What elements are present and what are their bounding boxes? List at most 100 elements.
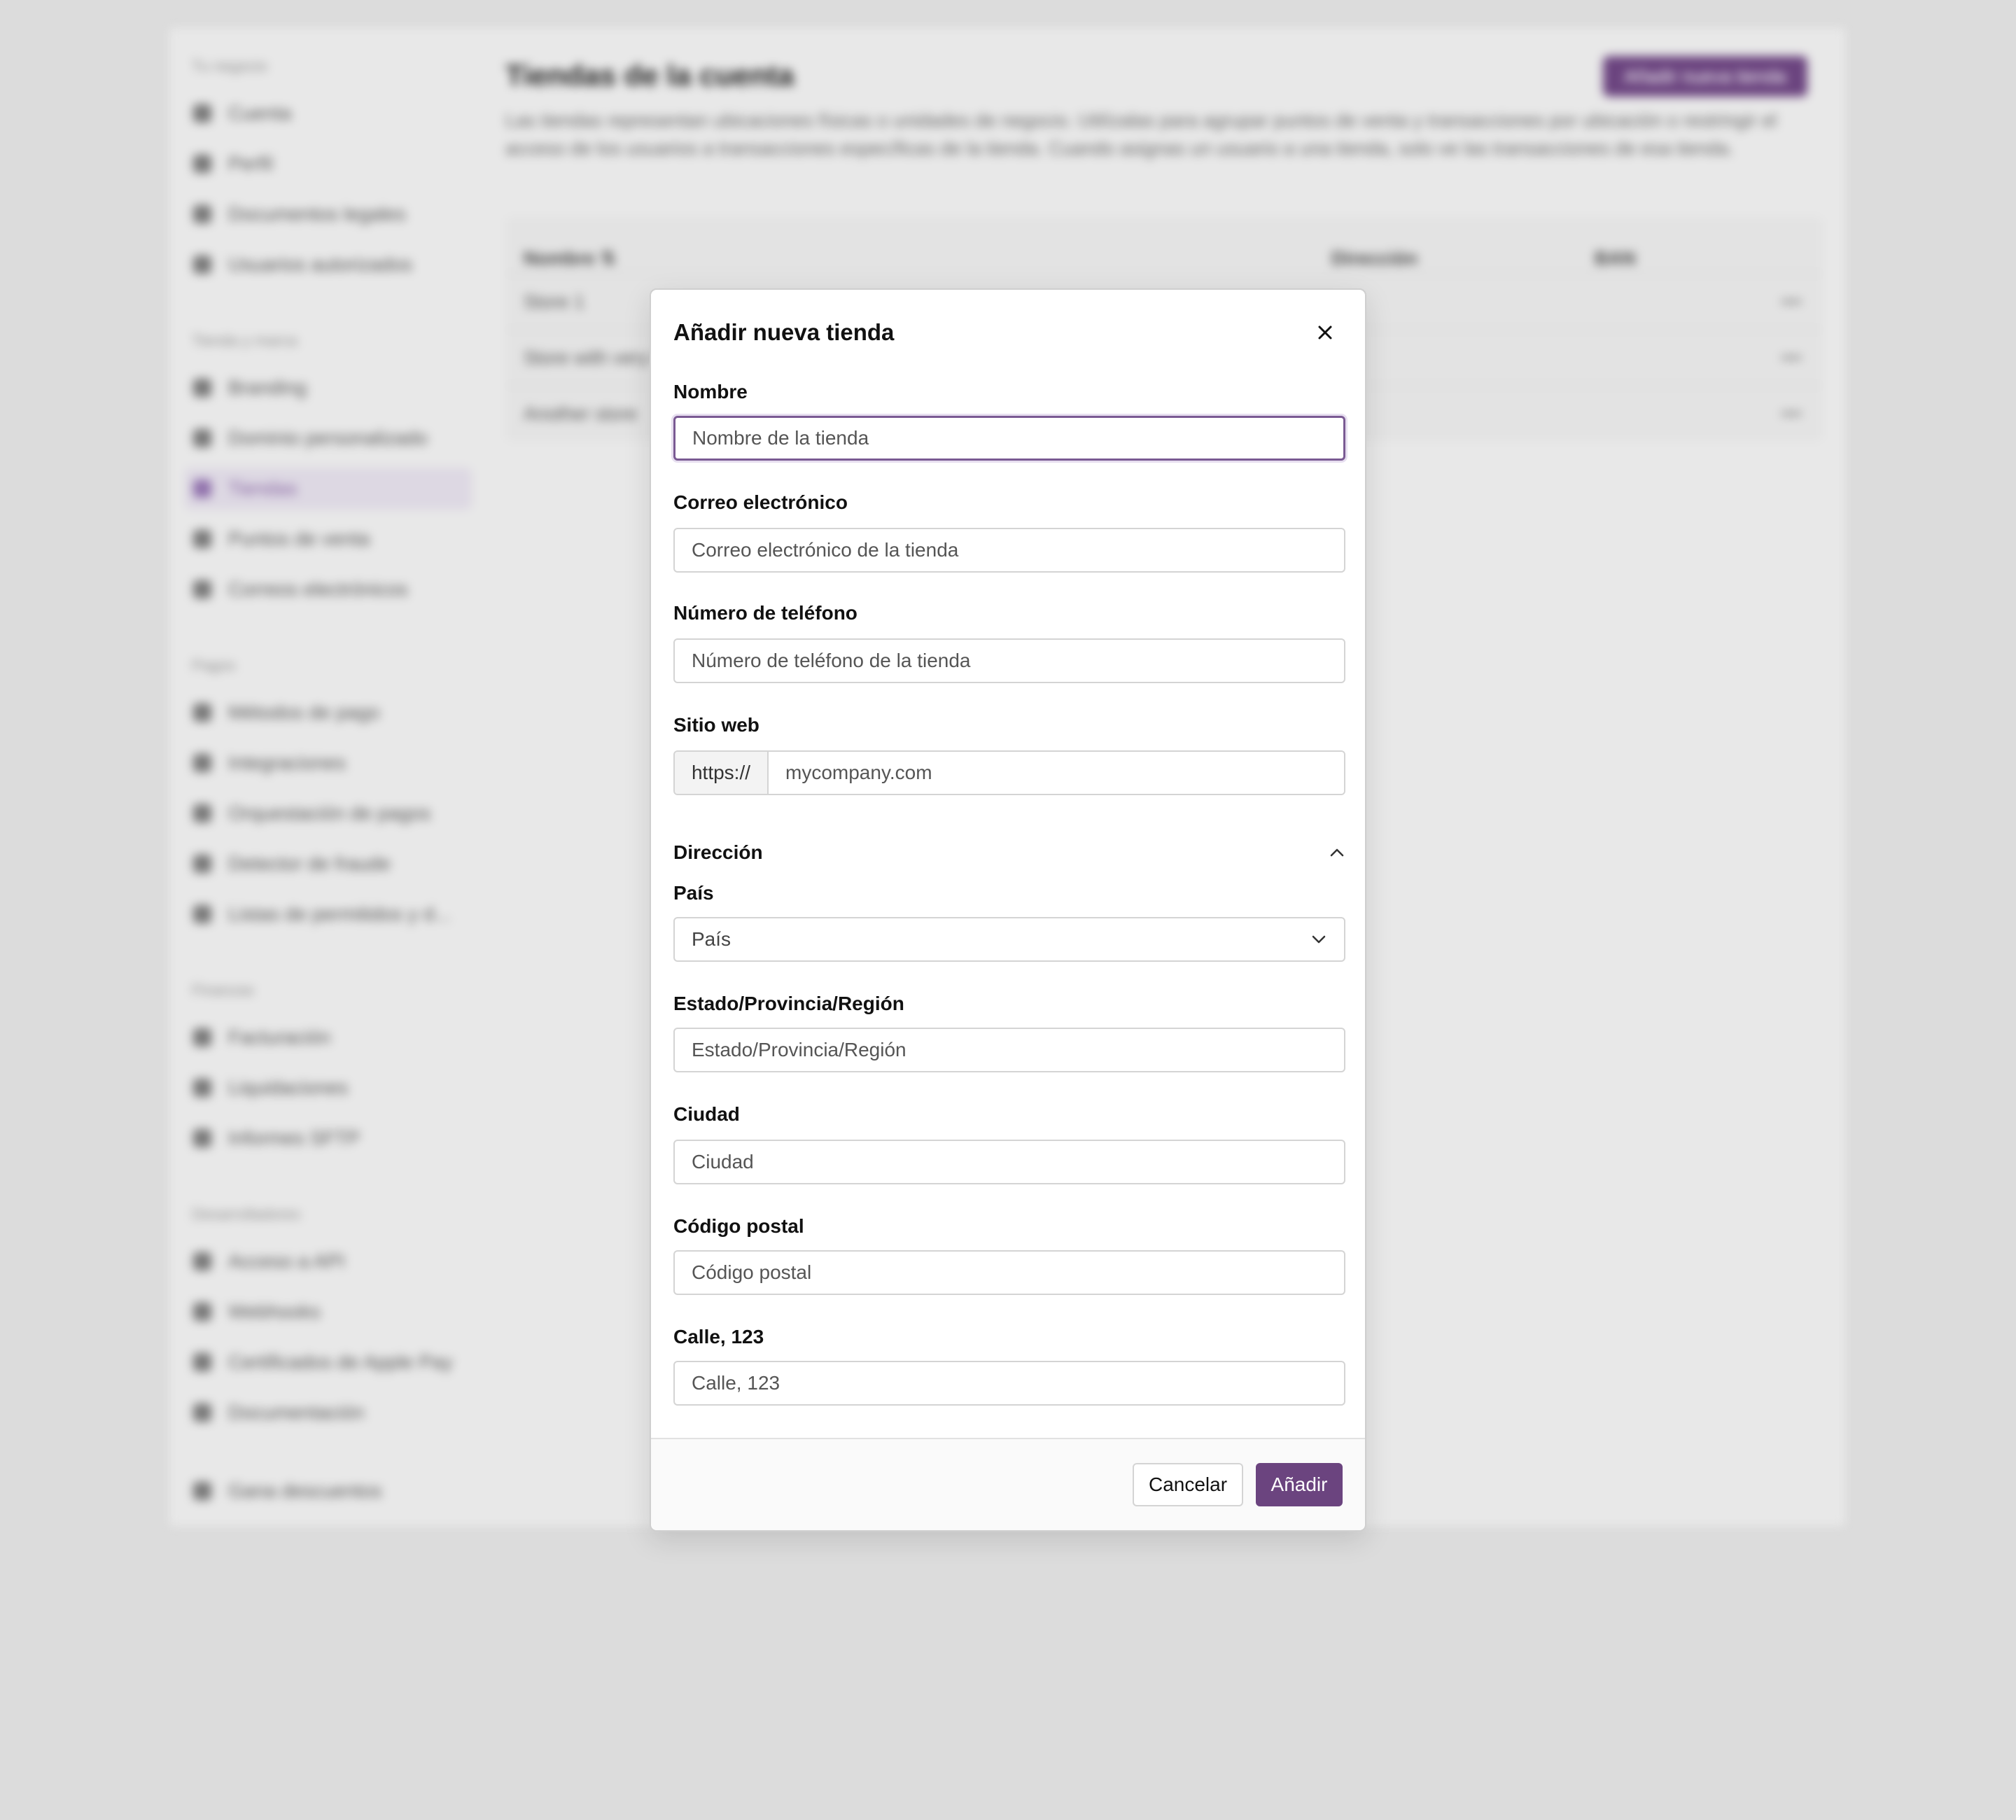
- webhook-icon: [193, 1303, 211, 1321]
- address-section-toggle[interactable]: Dirección: [673, 837, 1345, 868]
- sidebar-item-payment-methods[interactable]: Métodos de pago: [185, 692, 472, 734]
- sidebar-item-legal-docs[interactable]: Documentos legales: [185, 193, 472, 235]
- dialog-title: Añadir nueva tienda: [673, 319, 895, 345]
- key-icon: [193, 1252, 211, 1270]
- sidebar-item-label: Orquestación de pagos: [228, 802, 431, 824]
- name-label: Nombre: [673, 381, 748, 402]
- code-icon: [193, 1404, 211, 1422]
- sidebar-item-label: Listas de permitidos y d...: [228, 903, 451, 925]
- sidebar-item-profile[interactable]: Perfil: [185, 143, 472, 185]
- sidebar-item-label: Cuenta: [228, 102, 292, 124]
- sidebar-item-label: Perfil: [228, 153, 273, 174]
- sidebar-item-allow-lists[interactable]: Listas de permitidos y d...: [185, 893, 472, 935]
- more-icon[interactable]: [1781, 412, 1802, 416]
- website-label: Sitio web: [673, 714, 760, 736]
- certificate-icon: [193, 1353, 211, 1371]
- country-select[interactable]: País: [673, 917, 1345, 962]
- sidebar-item-branding[interactable]: Branding: [185, 367, 472, 409]
- sidebar-item-emails[interactable]: Correos electrónicos: [185, 568, 472, 610]
- sidebar-item-orchestration[interactable]: Orquestación de pagos: [185, 792, 472, 834]
- phone-input[interactable]: [673, 638, 1345, 683]
- more-icon[interactable]: [1781, 300, 1802, 304]
- page-description: Las tiendas representan ubicaciones físi…: [505, 110, 1777, 159]
- postal-code-input[interactable]: [673, 1250, 1345, 1295]
- sidebar-item-label: Correos electrónicos: [228, 578, 408, 600]
- name-input[interactable]: [673, 416, 1345, 461]
- close-button[interactable]: [1313, 321, 1337, 344]
- flow-icon: [193, 804, 211, 822]
- add-store-dialog: Añadir nueva tienda Nombre Correo electr…: [650, 288, 1366, 1532]
- sidebar-item-label: Detector de fraude: [228, 853, 391, 874]
- column-header-name[interactable]: Nombre ⇅: [524, 248, 616, 270]
- table-cell-name: Store 1: [524, 291, 585, 312]
- sidebar-item-label: Facturación: [228, 1026, 331, 1048]
- sidebar-item-custom-domain[interactable]: Dominio personalizado: [185, 417, 472, 459]
- sidebar-item-documentation[interactable]: Documentación: [185, 1392, 472, 1434]
- document-icon: [193, 205, 211, 223]
- gift-icon: [193, 1482, 211, 1500]
- sidebar-item-fraud-detector[interactable]: Detector de fraude: [185, 843, 472, 885]
- sidebar-item-authorized-users[interactable]: Usuarios autorizados: [185, 244, 472, 286]
- website-input[interactable]: [769, 752, 1344, 794]
- address-section-title: Dirección: [673, 841, 763, 863]
- user-icon: [193, 155, 211, 173]
- street-input[interactable]: [673, 1361, 1345, 1406]
- sidebar-item-account[interactable]: Cuenta: [185, 92, 472, 134]
- column-header-address: Dirección: [1331, 248, 1418, 269]
- country-label: País: [673, 882, 714, 904]
- mail-icon: [193, 580, 211, 598]
- sidebar-item-label: Certificados de Apple Pay: [228, 1351, 453, 1373]
- sidebar-section-title: Pagos: [192, 657, 236, 674]
- chevron-down-icon: [1312, 935, 1326, 944]
- sidebar-item-label: Documentación: [228, 1401, 365, 1423]
- sidebar-item-label: Usuarios autorizados: [228, 253, 413, 275]
- sidebar-item-label: Liquidaciones: [228, 1077, 349, 1098]
- column-header-ban: BAN: [1595, 248, 1636, 269]
- sidebar-item-label: Métodos de pago: [228, 701, 380, 723]
- sidebar-item-api-access[interactable]: Acceso a API: [185, 1240, 472, 1282]
- state-input[interactable]: [673, 1028, 1345, 1072]
- sidebar-item-settlements[interactable]: Liquidaciones: [185, 1067, 472, 1109]
- sidebar-item-label: Webhooks: [228, 1301, 321, 1322]
- street-label: Calle, 123: [673, 1326, 764, 1348]
- state-label: Estado/Provincia/Región: [673, 993, 904, 1014]
- sidebar-item-label: Integraciones: [228, 752, 346, 774]
- email-label: Correo electrónico: [673, 491, 848, 513]
- sidebar-item-label: Dominio personalizado: [228, 427, 428, 449]
- sidebar: Tu negocio Cuenta Perfil Documentos lega…: [169, 28, 483, 1526]
- sidebar-item-earn-discounts[interactable]: Gana descuentos: [185, 1470, 472, 1512]
- add-button[interactable]: Añadir: [1256, 1463, 1343, 1506]
- sidebar-item-label: Documentos legales: [228, 203, 406, 225]
- sidebar-item-label: Tiendas: [228, 477, 298, 499]
- sidebar-section-title: Tienda y marca: [192, 332, 298, 349]
- terminal-icon: [193, 530, 211, 548]
- sidebar-item-stores[interactable]: Tiendas: [185, 468, 472, 510]
- sidebar-item-webhooks[interactable]: Webhooks: [185, 1291, 472, 1333]
- sidebar-item-integrations[interactable]: Integraciones: [185, 742, 472, 784]
- cancel-button[interactable]: Cancelar: [1133, 1463, 1243, 1506]
- sidebar-item-points-of-sale[interactable]: Puntos de venta: [185, 518, 472, 560]
- website-field: https://: [673, 750, 1345, 795]
- page-title: Tiendas de la cuenta: [505, 59, 794, 92]
- sidebar-item-apple-pay-certs[interactable]: Certificados de Apple Pay: [185, 1341, 472, 1383]
- report-icon: [193, 1129, 211, 1147]
- sidebar-item-billing[interactable]: Facturación: [185, 1016, 472, 1058]
- sidebar-section-title: Tu negocio: [192, 57, 268, 75]
- card-icon: [193, 704, 211, 722]
- shield-icon: [193, 855, 211, 873]
- sidebar-item-label: Branding: [228, 377, 307, 398]
- more-icon[interactable]: [1781, 356, 1802, 360]
- brush-icon: [193, 379, 211, 397]
- close-icon: [1318, 326, 1332, 340]
- sidebar-item-label: Puntos de venta: [228, 528, 370, 550]
- sidebar-item-sftp-reports[interactable]: Informes SFTP: [185, 1117, 472, 1159]
- grid-icon: [193, 754, 211, 772]
- email-input[interactable]: [673, 528, 1345, 573]
- list-icon: [193, 905, 211, 923]
- globe-icon: [193, 429, 211, 447]
- add-store-button[interactable]: Añadir nueva tienda: [1603, 56, 1807, 97]
- chevron-up-icon: [1330, 848, 1344, 857]
- invoice-icon: [193, 1028, 211, 1046]
- dialog-footer: Cancelar Añadir: [651, 1438, 1365, 1530]
- city-input[interactable]: [673, 1140, 1345, 1184]
